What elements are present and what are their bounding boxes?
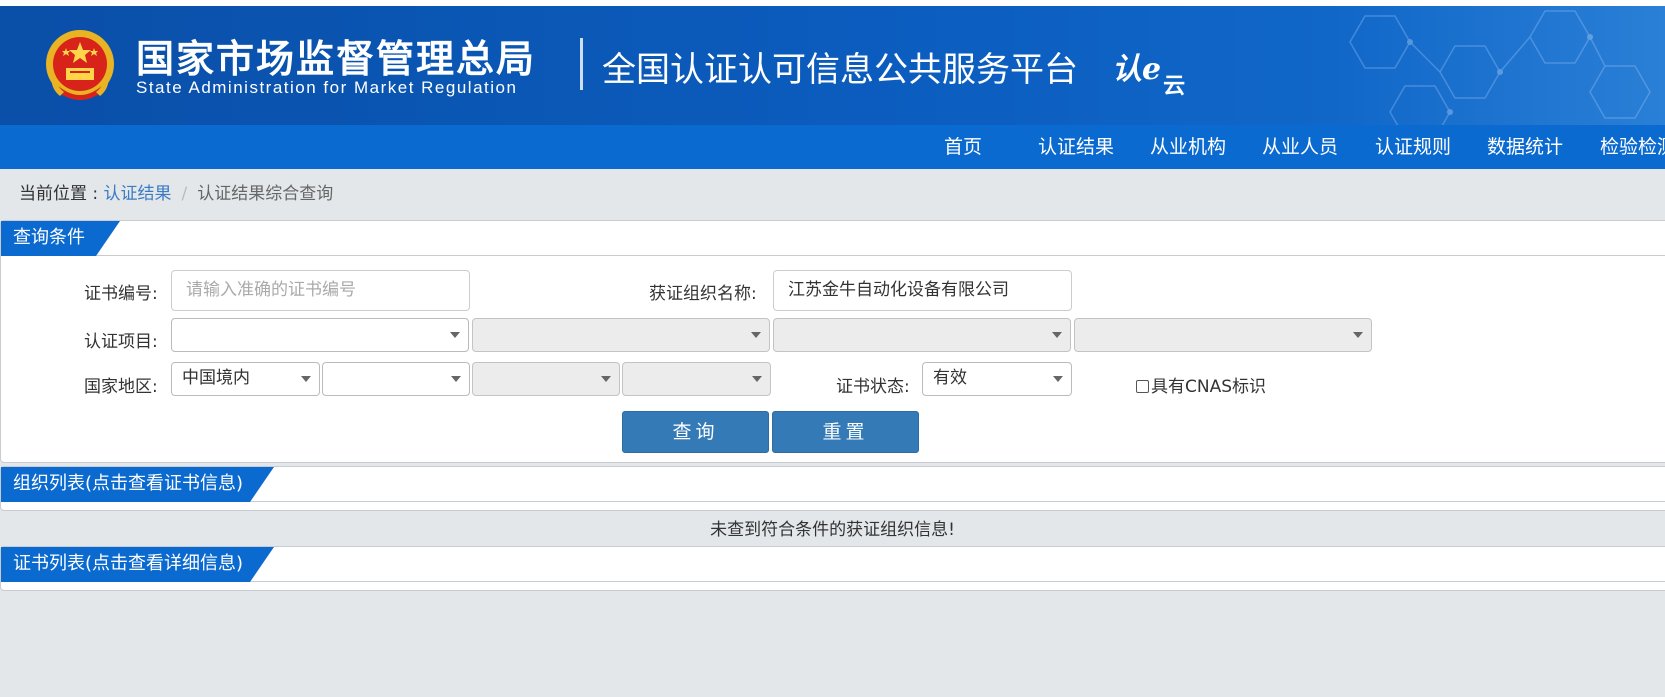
nav-institutions[interactable]: 从业机构 [1150, 125, 1226, 169]
cert-list-header: 证书列表(点击查看详细信息) [1, 547, 1665, 582]
cert-item-select-1[interactable] [171, 318, 469, 352]
breadcrumb-current: 认证结果综合查询 [197, 184, 334, 204]
org-list-panel: 组织列表(点击查看证书信息) [0, 466, 1665, 511]
chevron-down-icon [752, 376, 762, 382]
region-select-2[interactable] [322, 362, 470, 396]
query-panel-header: 查询条件 [1, 221, 1665, 256]
region-select-3[interactable] [472, 362, 620, 396]
cnas-checkbox[interactable] [1136, 380, 1149, 393]
header-divider [580, 38, 583, 90]
chevron-down-icon [301, 376, 311, 382]
nav-home[interactable]: 首页 [944, 125, 982, 169]
org-name-label: 获证组织名称: [649, 284, 757, 304]
platform-title: 全国认证认可信息公共服务平台 [602, 50, 1078, 90]
cnas-checkbox-label: 具有CNAS标识 [1151, 377, 1267, 397]
region-select-value: 中国境内 [182, 368, 250, 388]
chevron-down-icon [601, 376, 611, 382]
cert-status-value: 有效 [933, 368, 967, 388]
query-panel-title: 查询条件 [1, 221, 120, 256]
nav-cert-results[interactable]: 认证结果 [1038, 125, 1114, 169]
cert-item-select-3[interactable] [773, 318, 1071, 352]
nav-inspection[interactable]: 检验检测 [1600, 125, 1665, 169]
org-list-header: 组织列表(点击查看证书信息) [1, 467, 1665, 502]
breadcrumb-prefix: 当前位置 : [19, 184, 104, 204]
breadcrumb-link-cert-results[interactable]: 认证结果 [104, 184, 172, 204]
nav-statistics[interactable]: 数据统计 [1487, 125, 1563, 169]
cert-no-label: 证书编号: [84, 284, 158, 304]
hexagon-pattern [1349, 10, 1651, 125]
cnas-checkbox-wrap[interactable]: 具有CNAS标识 [1136, 372, 1266, 397]
region-select-4[interactable] [622, 362, 771, 396]
chevron-down-icon [450, 332, 460, 338]
main-nav: 首页 认证结果 从业机构 从业人员 认证规则 数据统计 检验检测 [0, 125, 1665, 169]
breadcrumb: 当前位置 : 认证结果 / 认证结果综合查询 [19, 179, 333, 204]
cert-list-title: 证书列表(点击查看详细信息) [1, 547, 274, 582]
nav-personnel[interactable]: 从业人员 [1262, 125, 1338, 169]
logo-sub-text: 云 [1163, 73, 1186, 99]
breadcrumb-separator: / [181, 184, 188, 204]
agency-name-en: State Administration for Market Regulati… [136, 78, 518, 97]
nav-cert-rules[interactable]: 认证规则 [1375, 125, 1451, 169]
agency-name-cn: 国家市场监督管理总局 [136, 37, 537, 81]
chevron-down-icon [451, 376, 461, 382]
site-header: 国家市场监督管理总局 State Administration for Mark… [0, 6, 1665, 125]
region-label: 国家地区: [84, 377, 158, 397]
cert-status-label: 证书状态: [836, 377, 910, 397]
cert-status-select[interactable]: 有效 [922, 362, 1072, 396]
search-button[interactable]: 查询 [622, 411, 769, 453]
org-name-input[interactable]: 江苏金牛自动化设备有限公司 [773, 270, 1072, 311]
reset-button[interactable]: 重置 [772, 411, 919, 453]
org-list-empty-message: 未查到符合条件的获证组织信息! [710, 520, 955, 540]
cert-item-select-4[interactable] [1074, 318, 1372, 352]
logo-main-text: 认e [1112, 52, 1162, 87]
cert-no-input[interactable]: 请输入准确的证书编号 [171, 270, 470, 311]
chevron-down-icon [1053, 376, 1063, 382]
cert-item-label: 认证项目: [84, 332, 158, 352]
org-list-title: 组织列表(点击查看证书信息) [1, 467, 274, 502]
region-select-1[interactable]: 中国境内 [171, 362, 320, 396]
cert-list-panel: 证书列表(点击查看详细信息) [0, 546, 1665, 591]
chevron-down-icon [751, 332, 761, 338]
national-emblem-icon [46, 30, 114, 100]
chevron-down-icon [1052, 332, 1062, 338]
renyun-logo: 认e云 [1112, 44, 1185, 100]
cert-item-select-2[interactable] [472, 318, 770, 352]
chevron-down-icon [1353, 332, 1363, 338]
